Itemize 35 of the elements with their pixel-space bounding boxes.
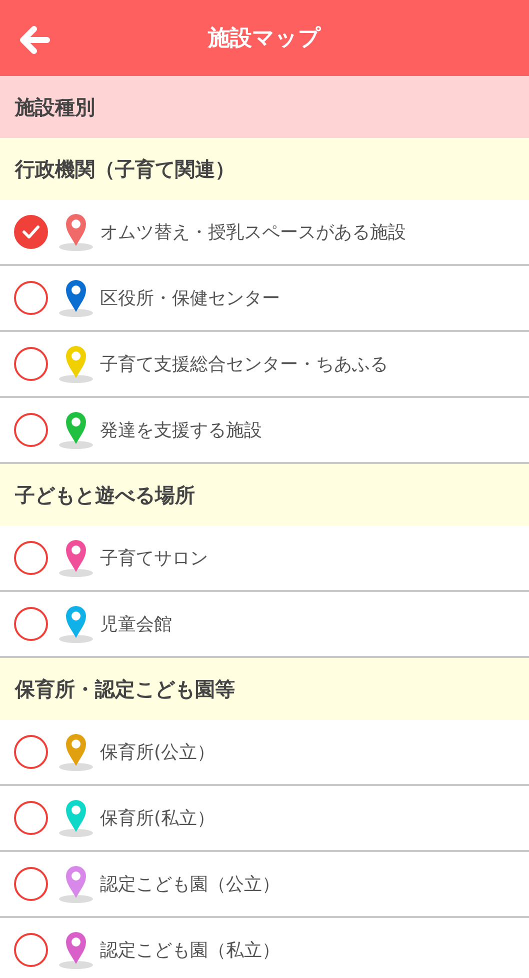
group-title: 行政機関（子育て関連）	[15, 156, 235, 182]
category-label: 児童会館	[100, 613, 172, 636]
checkbox[interactable]	[14, 933, 48, 967]
category-row[interactable]: 認定こども園（公立）	[0, 852, 529, 918]
category-label: 子育てサロン	[100, 547, 208, 570]
category-label: オムツ替え・授乳スペースがある施設	[100, 221, 406, 244]
category-label: 発達を支援する施設	[100, 419, 262, 442]
category-label: 子育て支援総合センター・ちあふる	[100, 353, 388, 376]
checkbox[interactable]	[14, 735, 48, 769]
category-row[interactable]: オムツ替え・授乳スペースがある施設	[0, 200, 529, 266]
group-title: 保育所・認定こども園等	[15, 676, 235, 702]
checkbox[interactable]	[14, 215, 48, 249]
category-row[interactable]: 区役所・保健センター	[0, 266, 529, 332]
group-title: 子どもと遊べる場所	[15, 482, 195, 508]
category-label: 保育所(私立）	[100, 807, 216, 830]
section-title: 施設種別	[15, 94, 95, 120]
checkbox[interactable]	[14, 801, 48, 835]
category-row[interactable]: 保育所(公立）	[0, 720, 529, 786]
category-label: 保育所(公立）	[100, 741, 216, 764]
checkbox[interactable]	[14, 541, 48, 575]
category-row[interactable]: 保育所(私立）	[0, 786, 529, 852]
category-row[interactable]: 認定こども園（私立）	[0, 918, 529, 978]
category-label: 区役所・保健センター	[100, 287, 280, 310]
checkbox[interactable]	[14, 347, 48, 381]
check-icon	[21, 224, 41, 240]
category-label: 認定こども園（私立）	[100, 939, 280, 962]
back-button[interactable]	[18, 24, 52, 56]
checkbox[interactable]	[14, 867, 48, 901]
checkbox[interactable]	[14, 413, 48, 447]
category-label: 認定こども園（公立）	[100, 873, 280, 896]
checkbox[interactable]	[14, 281, 48, 315]
category-row[interactable]: 子育て支援総合センター・ちあふる	[0, 332, 529, 398]
category-row[interactable]: 子育てサロン	[0, 526, 529, 592]
screen-title: 施設マップ	[208, 25, 321, 53]
checkbox[interactable]	[14, 607, 48, 641]
